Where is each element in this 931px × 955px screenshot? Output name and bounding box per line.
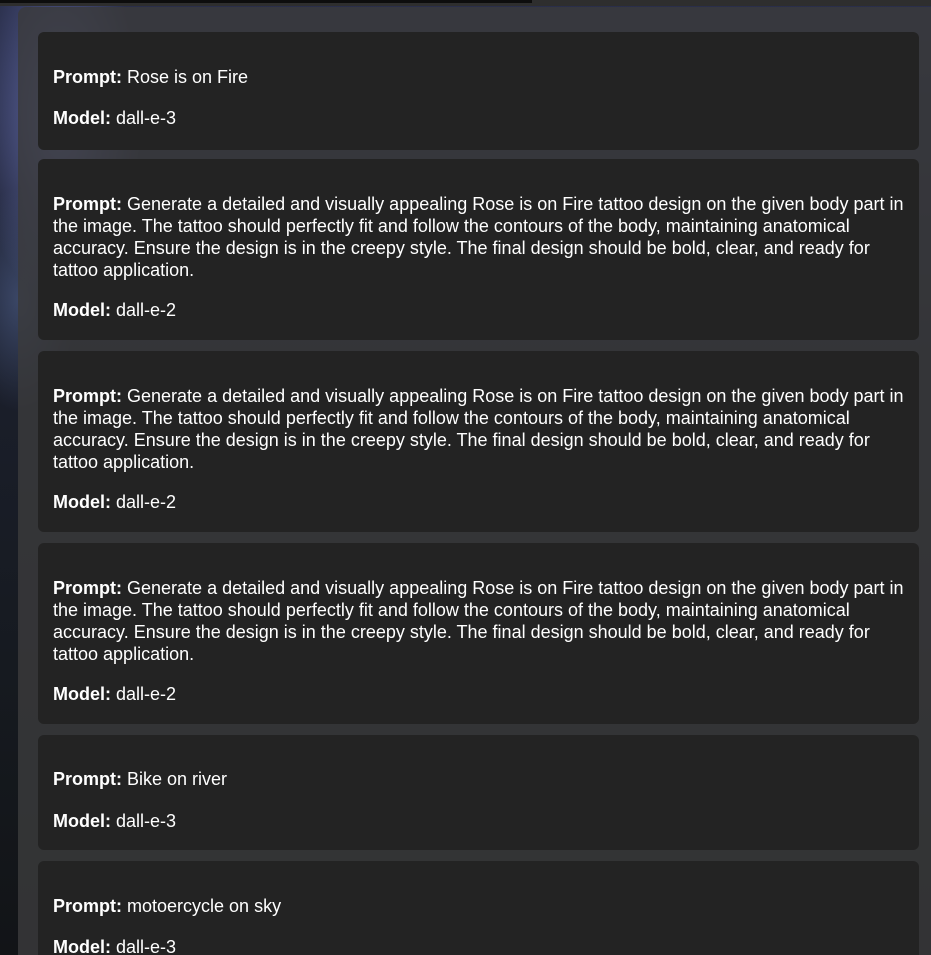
top-bar-segment — [0, 0, 532, 3]
model-text: Model: dall-e-3 — [53, 936, 904, 955]
history-panel[interactable]: Prompt: Rose is on Fire Model: dall-e-3 … — [18, 7, 931, 955]
model-value: dall-e-2 — [116, 300, 177, 320]
model-value: dall-e-3 — [116, 108, 177, 128]
model-label: Model: — [53, 937, 111, 955]
history-card[interactable]: Prompt: Rose is on Fire Model: dall-e-3 — [38, 32, 919, 150]
prompt-label: Prompt: — [53, 386, 122, 406]
model-value: dall-e-2 — [116, 492, 177, 512]
prompt-value: motoercycle on sky — [127, 896, 282, 916]
prompt-text: Prompt: Generate a detailed and visually… — [53, 193, 904, 281]
history-card[interactable]: Prompt: Bike on river Model: dall-e-3 — [38, 735, 919, 850]
prompt-label: Prompt: — [53, 578, 122, 598]
prompt-label: Prompt: — [53, 896, 122, 916]
prompt-value: Generate a detailed and visually appeali… — [53, 194, 904, 280]
prompt-text: Prompt: Rose is on Fire — [53, 66, 904, 88]
model-label: Model: — [53, 300, 111, 320]
history-card[interactable]: Prompt: Generate a detailed and visually… — [38, 159, 919, 340]
prompt-value: Bike on river — [127, 769, 228, 789]
model-text: Model: dall-e-3 — [53, 810, 904, 832]
model-text: Model: dall-e-2 — [53, 299, 904, 321]
model-label: Model: — [53, 108, 111, 128]
model-value: dall-e-2 — [116, 684, 177, 704]
prompt-text: Prompt: Bike on river — [53, 768, 904, 790]
model-label: Model: — [53, 811, 111, 831]
prompt-label: Prompt: — [53, 769, 122, 789]
history-card[interactable]: Prompt: Generate a detailed and visually… — [38, 351, 919, 532]
model-value: dall-e-3 — [116, 937, 177, 955]
model-label: Model: — [53, 684, 111, 704]
prompt-label: Prompt: — [53, 67, 122, 87]
history-card[interactable]: Prompt: motoercycle on sky Model: dall-e… — [38, 861, 919, 955]
prompt-value: Generate a detailed and visually appeali… — [53, 386, 904, 472]
top-bar — [0, 0, 931, 6]
history-card[interactable]: Prompt: Generate a detailed and visually… — [38, 543, 919, 724]
prompt-label: Prompt: — [53, 194, 122, 214]
model-label: Model: — [53, 492, 111, 512]
prompt-text: Prompt: motoercycle on sky — [53, 895, 904, 917]
prompt-value: Rose is on Fire — [127, 67, 249, 87]
prompt-text: Prompt: Generate a detailed and visually… — [53, 385, 904, 473]
prompt-text: Prompt: Generate a detailed and visually… — [53, 577, 904, 665]
model-value: dall-e-3 — [116, 811, 177, 831]
model-text: Model: dall-e-3 — [53, 107, 904, 129]
model-text: Model: dall-e-2 — [53, 683, 904, 705]
model-text: Model: dall-e-2 — [53, 491, 904, 513]
prompt-value: Generate a detailed and visually appeali… — [53, 578, 904, 664]
